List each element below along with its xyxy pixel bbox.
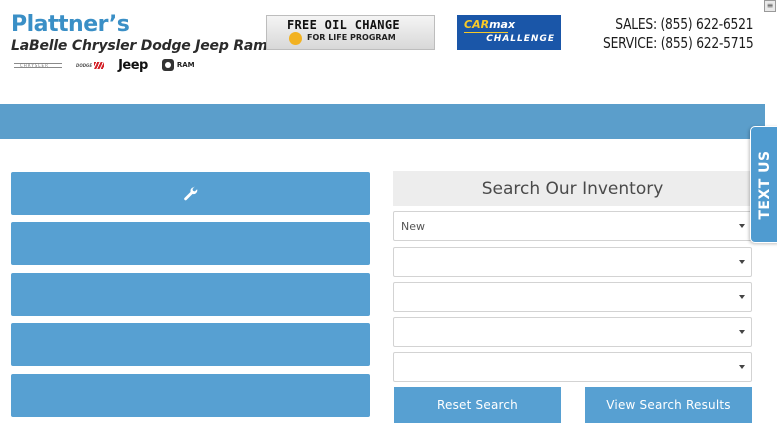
chevron-down-icon [739,260,745,264]
free-oil-change-banner[interactable]: FREE OIL CHANGE FOR LIFE PROGRAM [266,15,435,50]
carmax-challenge-banner[interactable]: CARmax CHALLENGE [457,15,561,50]
dealer-logo-title[interactable]: Plattner’s [11,12,130,37]
carmax-underline [464,32,508,33]
ram-head-icon [161,59,174,71]
condition-select-value: New [401,219,425,233]
chevron-down-icon [739,224,745,228]
service-tile-button[interactable] [11,172,370,215]
brand-logos: CHRYSLER DODGE Jeep RAM [14,57,195,73]
ram-logo-text: RAM [176,61,195,69]
carmax-challenge-text: CHALLENGE [486,34,555,44]
dodge-logo: DODGE [76,61,105,69]
model-select[interactable] [393,317,752,347]
dodge-logo-text: DODGE [76,62,93,68]
jeep-logo: Jeep [118,57,148,73]
chevron-down-icon [739,330,745,334]
dodge-stripes-icon [94,61,105,69]
ram-logo: RAM [161,59,195,71]
wrench-icon [183,186,197,200]
oil-banner-subline: FOR LIFE PROGRAM [307,33,396,42]
carmax-max-text: max [489,18,516,31]
dealer-logo-subtitle[interactable]: LaBelle Chrysler Dodge Jeep Ram [11,38,268,54]
nav-tile-2[interactable] [11,222,370,265]
text-us-label: TEXT US [757,149,773,220]
chevron-down-icon [739,295,745,299]
year-select[interactable] [393,247,752,277]
chrysler-logo-text: CHRYSLER [20,62,49,68]
trim-select[interactable] [393,352,752,382]
service-phone[interactable]: SERVICE: (855) 622-5715 [603,34,754,52]
sales-phone[interactable]: SALES: (855) 622-6521 [615,15,753,33]
carmax-logo-text: CARmax [464,18,515,31]
oil-drop-icon [289,32,302,45]
main-nav-bar[interactable] [0,104,765,139]
condition-select[interactable]: New [393,211,752,241]
nav-tile-3[interactable] [11,273,370,316]
chrysler-logo: CHRYSLER [14,62,62,68]
make-select[interactable] [393,282,752,312]
view-search-results-button[interactable]: View Search Results [585,387,752,423]
text-us-tab[interactable]: TEXT US [750,126,777,243]
menu-toggle-button[interactable]: ≡ [764,0,776,12]
oil-banner-headline: FREE OIL CHANGE [287,18,400,32]
nav-tile-4[interactable] [11,323,370,366]
chevron-down-icon [739,365,745,369]
nav-tile-5[interactable] [11,374,370,417]
search-inventory-title: Search Our Inventory [393,171,752,206]
reset-search-button[interactable]: Reset Search [394,387,561,423]
carmax-car-text: CAR [464,18,490,31]
